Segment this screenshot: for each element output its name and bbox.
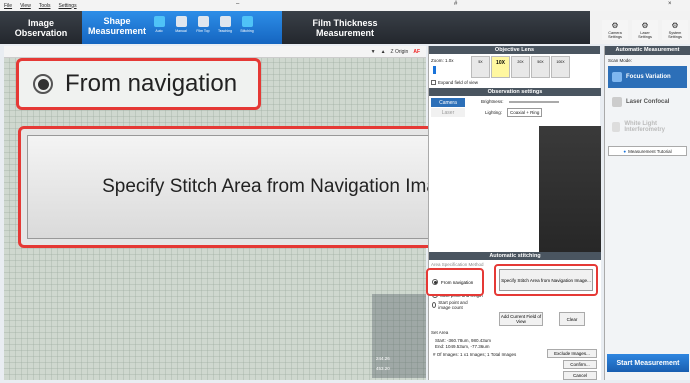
camera-settings-icon: ⚙ xyxy=(611,21,619,30)
objective-lens-header: Objective Lens xyxy=(429,46,600,54)
auto-stitching-header: Automatic stitching xyxy=(429,252,601,260)
tab-shape-measurement-label: Shape Measurement xyxy=(88,16,147,36)
set-area-label: Set Area xyxy=(431,330,449,335)
image-count: # Of Images: 1 x1 Images; 1 Total Images xyxy=(433,352,517,357)
maximize-icon[interactable]: # xyxy=(454,1,457,7)
lens-20x[interactable]: 20X xyxy=(511,56,530,78)
camera-settings-button[interactable]: ⚙ Camera Settings xyxy=(602,20,628,40)
radio-from-navigation-label: From navigation xyxy=(441,279,474,285)
camera-mode-button[interactable]: Camera xyxy=(431,98,465,107)
start-coords: Start: -360.78um, 980.43um xyxy=(435,338,492,343)
menu-bar: File View Tools Settings xyxy=(0,0,690,11)
info-icon: ● xyxy=(623,148,627,154)
lighting-select[interactable]: Coaxial + Ring xyxy=(507,108,543,117)
confirm-button[interactable]: Confirm... xyxy=(563,360,597,369)
automatic-measurement-panel: Automatic Measurement Scan Mode: Focus V… xyxy=(604,46,690,380)
mode-white-light[interactable]: White Light Interferometry xyxy=(608,116,687,138)
menu-settings[interactable]: Settings xyxy=(59,3,77,9)
auto-icon xyxy=(153,16,165,27)
subtab-teaching[interactable]: Teaching xyxy=(216,16,234,40)
cancel-button[interactable]: Cancel xyxy=(563,371,597,380)
measurement-mode-icons: Auto Manual Film Top Teaching Stitching xyxy=(150,16,256,40)
z-origin-button[interactable]: Z Origin xyxy=(391,49,409,55)
radio-start-count[interactable]: Start point and image count xyxy=(432,300,470,310)
clear-button[interactable]: Clear xyxy=(559,312,585,326)
nav-readout-x: 244.26 xyxy=(376,356,390,361)
control-panel: Objective Lens Zoom: 1.0x 5X 10X 20X 50X… xyxy=(428,46,601,380)
brightness-label: Brightness: xyxy=(481,99,504,104)
nav-readout-y: 453.20 xyxy=(376,366,390,371)
laser-settings-icon: ⚙ xyxy=(641,21,649,30)
checkbox-icon xyxy=(431,80,436,85)
laser-confocal-icon xyxy=(612,97,622,107)
manual-icon xyxy=(175,16,187,27)
film-top-icon xyxy=(197,16,209,27)
stage-navigation-pad[interactable]: 244.26 453.20 xyxy=(372,294,426,378)
add-current-fov-button[interactable]: Add Current Field of View xyxy=(499,312,543,326)
area-spec-label: Area Specification Method xyxy=(431,262,484,267)
laser-settings-button[interactable]: ⚙ Laser Settings xyxy=(632,20,658,40)
tab-image-observation[interactable]: Image Observation xyxy=(10,11,72,44)
callout-radio-label: From navigation xyxy=(65,70,238,97)
callout-radio-from-navigation: From navigation xyxy=(426,268,484,296)
lens-50x[interactable]: 50X xyxy=(531,56,550,78)
stitching-icon xyxy=(241,16,253,27)
settings-buttons: ⚙ Camera Settings ⚙ Laser Settings ⚙ System… xyxy=(602,11,690,44)
lens-5x[interactable]: 5X xyxy=(471,56,490,78)
end-coords: End: 1049.53um, -77.36um xyxy=(435,344,490,349)
menu-file[interactable]: File xyxy=(4,3,12,9)
objective-lens-selector: 5X 10X 20X 50X 100X xyxy=(471,56,570,78)
subtab-auto[interactable]: Auto xyxy=(150,16,168,40)
callout-from-navigation: From navigation xyxy=(16,58,261,110)
lighting-label: Lighting: xyxy=(485,110,503,115)
z-down-icon[interactable]: ▼ xyxy=(371,49,376,55)
exclude-images-button[interactable]: Exclude Images... xyxy=(547,349,597,358)
automatic-measurement-header: Automatic Measurement xyxy=(605,46,690,55)
specify-stitch-area-button[interactable]: Specify Stitch Area from Navigation Imag… xyxy=(499,269,593,291)
measurement-tutorial-button[interactable]: ● Measurement Tutorial xyxy=(608,146,687,156)
menu-tools[interactable]: Tools xyxy=(39,3,51,9)
radio-from-navigation-zoom[interactable] xyxy=(33,74,53,94)
expand-fov-checkbox[interactable]: Expand field of view xyxy=(431,80,478,85)
zoom-label: Zoom: 1.0x xyxy=(431,58,454,63)
subtab-film-top[interactable]: Film Top xyxy=(194,16,212,40)
laser-mode-button[interactable]: Laser xyxy=(431,108,465,117)
system-settings-button[interactable]: ⚙ System Settings xyxy=(662,20,688,40)
subtab-manual[interactable]: Manual xyxy=(172,16,190,40)
brightness-slider[interactable] xyxy=(509,101,559,103)
system-settings-icon: ⚙ xyxy=(671,21,679,30)
z-up-icon[interactable]: ▲ xyxy=(381,49,386,55)
white-light-icon xyxy=(612,122,621,132)
mode-laser-confocal[interactable]: Laser Confocal xyxy=(608,91,687,113)
callout-specify-button: Specify Stitch Area from Navigation Imag… xyxy=(494,264,598,296)
mode-focus-variation[interactable]: Focus Variation xyxy=(608,66,687,88)
tab-film-thickness[interactable]: Film Thickness Measurement xyxy=(300,11,390,44)
observation-settings-header: Observation settings xyxy=(429,88,601,96)
focus-variation-icon xyxy=(612,72,622,82)
zoom-slider[interactable] xyxy=(433,66,436,74)
teaching-icon xyxy=(219,16,231,27)
scan-mode-label: Scan Mode: xyxy=(608,58,633,63)
close-icon[interactable]: × xyxy=(668,1,672,7)
start-measurement-button[interactable]: Start Measurement xyxy=(607,354,689,372)
lens-10x[interactable]: 10X xyxy=(491,56,510,78)
radio-from-navigation[interactable] xyxy=(432,279,438,285)
autofocus-button[interactable]: AF xyxy=(413,49,420,55)
lens-100x[interactable]: 100X xyxy=(551,56,570,78)
minimize-icon[interactable]: ‒ xyxy=(236,1,239,7)
subtab-stitching[interactable]: Stitching xyxy=(238,16,256,40)
menu-view[interactable]: View xyxy=(20,3,31,9)
viewer-toolbar: ▼ ▲ Z Origin AF xyxy=(4,46,426,58)
